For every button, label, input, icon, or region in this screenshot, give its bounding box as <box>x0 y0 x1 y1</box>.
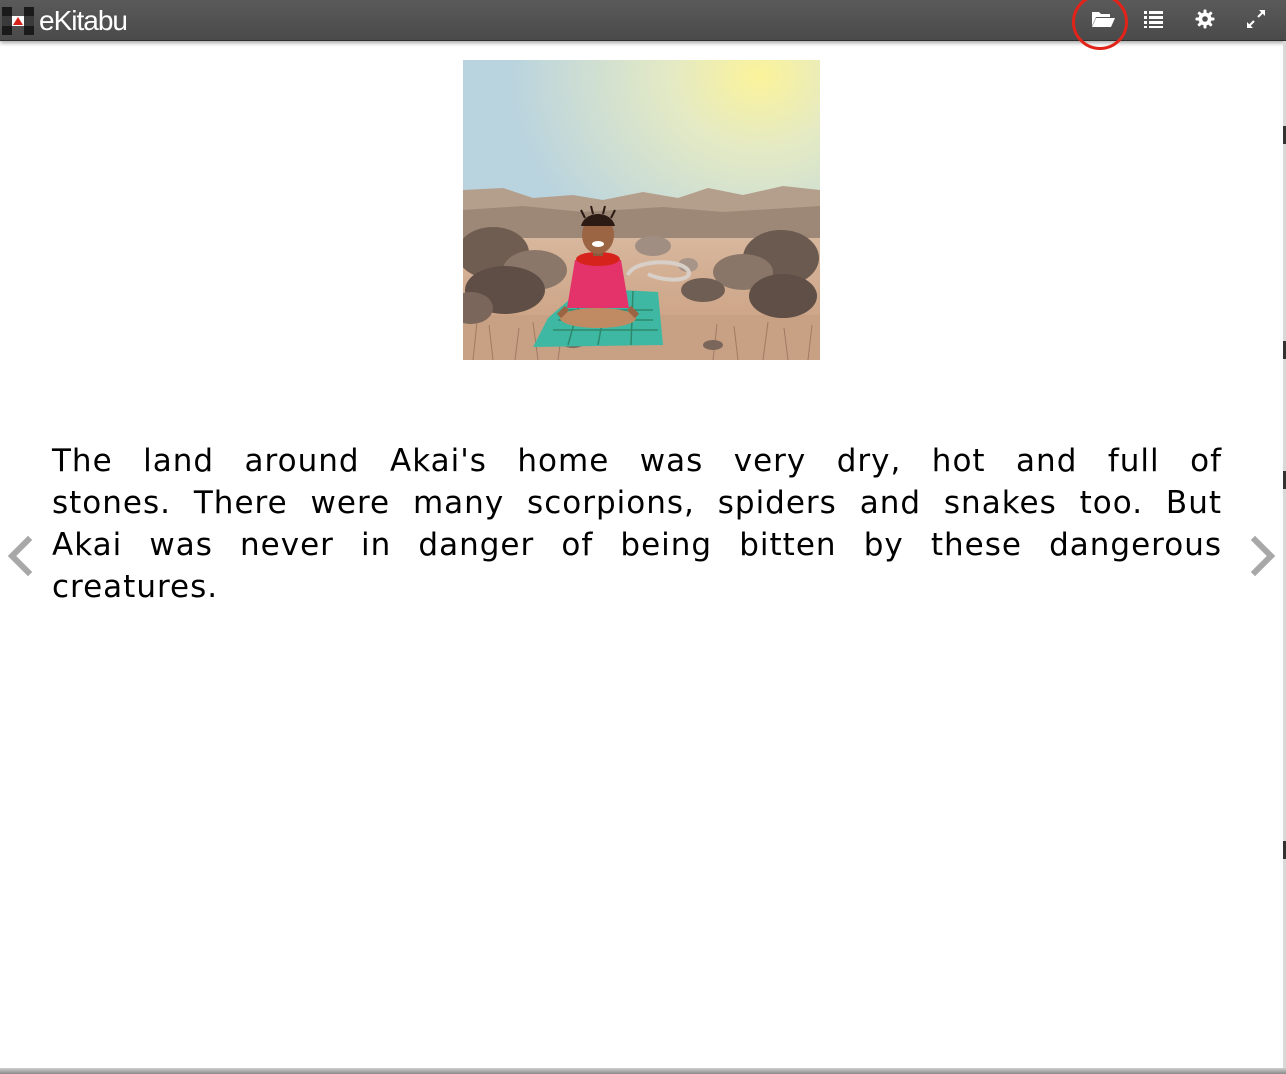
ekitabu-logo: eKitabu <box>2 5 128 37</box>
folder-open-icon <box>1092 12 1115 27</box>
reader-window: eKitabu The land around Akai's home was … <box>0 0 1286 1074</box>
fullscreen-button[interactable] <box>1241 5 1271 33</box>
settings-button[interactable] <box>1190 5 1220 33</box>
app-name: eKitabu <box>39 5 128 36</box>
gear-icon <box>1195 9 1215 29</box>
ekitabu-logo-mark-icon <box>2 7 34 35</box>
chevron-right-icon <box>1250 536 1276 576</box>
list-icon <box>1144 11 1163 28</box>
window-bottom-edge <box>0 1068 1286 1074</box>
open-library-button[interactable] <box>1088 5 1118 33</box>
expand-icon <box>1247 10 1265 28</box>
story-illustration <box>463 60 820 360</box>
table-of-contents-button[interactable] <box>1139 5 1169 33</box>
story-text: The land around Akai's home was very dry… <box>52 443 1222 605</box>
previous-page-button[interactable] <box>2 536 36 576</box>
next-page-button[interactable] <box>1247 536 1281 576</box>
top-toolbar: eKitabu <box>0 0 1286 50</box>
chevron-left-icon <box>7 536 33 576</box>
